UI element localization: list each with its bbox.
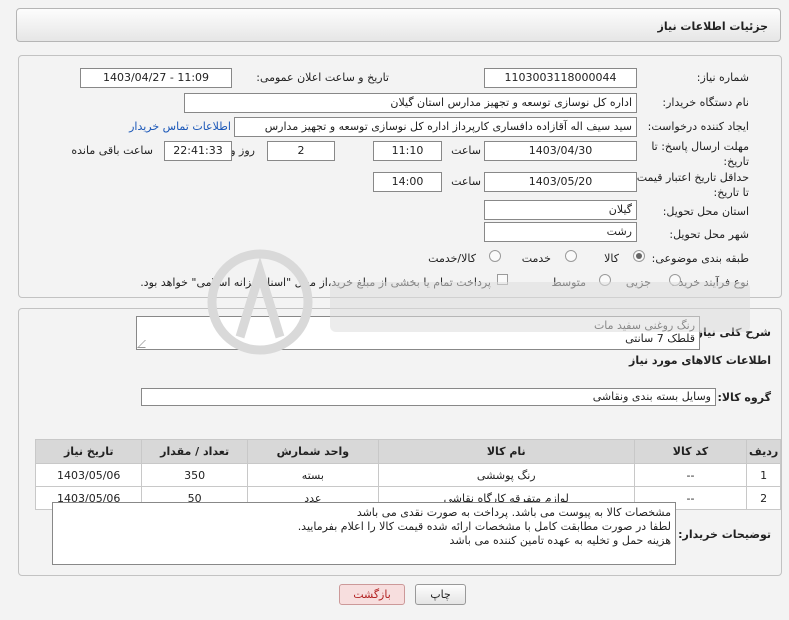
th-quantity: تعداد / مقدار <box>141 439 248 464</box>
city-field: رشت <box>484 222 637 242</box>
purchase-option-medium: متوسط <box>551 276 586 289</box>
validity-time-label: ساعت <box>451 175 481 188</box>
treasury-payment-checkbox[interactable] <box>497 274 508 285</box>
category-radio-service[interactable] <box>565 250 577 262</box>
deadline-time-label: ساعت <box>451 144 481 157</box>
purchase-type-label: نوع فرآیند خرید : <box>671 276 749 289</box>
category-label: طبقه بندی موضوعی: <box>651 252 749 265</box>
purchase-option-minor: جزیی <box>625 276 651 289</box>
category-radio-goods[interactable] <box>633 250 645 262</box>
category-option-service: خدمت <box>521 252 551 265</box>
need-number-field: 1103003118000044 <box>484 68 637 88</box>
need-details-panel: شماره نیاز: 1103003118000044 تاریخ و ساع… <box>18 55 782 298</box>
remaining-hours-label: ساعت باقی مانده <box>71 144 153 157</box>
contact-buyer-link[interactable]: اطلاعات تماس خریدار <box>129 120 231 133</box>
city-label: شهر محل تحویل: <box>669 228 749 241</box>
goods-info-heading: اطلاعات کالاهای مورد نیاز <box>629 354 771 367</box>
general-desc-label: شرح کلی نیاز: <box>692 326 771 339</box>
general-desc-textarea[interactable]: رنگ روغنی سفید مات قلطک 7 سانتی <box>136 316 700 350</box>
th-need-date: تاریخ نیاز <box>34 439 143 464</box>
province-field: گیلان <box>484 200 637 220</box>
cell-goods-name: رنگ پوششی <box>377 463 635 487</box>
requester-field: سید سیف اله آقازاده دافساری کارپرداز ادا… <box>234 117 637 137</box>
remaining-days-field: 2 <box>267 141 335 161</box>
treasury-payment-label: پرداخت تمام یا بخشی از مبلغ خرید،از محل … <box>140 276 491 289</box>
deadline-date-field: 1403/04/30 <box>484 141 637 161</box>
requester-label: ایجاد کننده درخواست: <box>647 120 749 133</box>
price-validity-label: حداقل تاریخ اعتبار قیمت: تا تاریخ: <box>633 171 749 199</box>
buyer-notes-label: توضیحات خریدار: <box>678 528 771 541</box>
category-option-goods: کالا <box>604 252 619 265</box>
goods-table: ردیف کد کالا نام کالا واحد شمارش تعداد /… <box>34 439 781 510</box>
goods-group-label: گروه کالا: <box>717 391 771 404</box>
cell-row-number: 1 <box>746 463 781 487</box>
deadline-time-field: 11:10 <box>373 141 442 161</box>
buyer-name-label: نام دستگاه خریدار: <box>662 96 749 109</box>
print-button[interactable]: چاپ <box>415 584 466 605</box>
category-option-goods-service: کالا/خدمت <box>428 252 476 265</box>
validity-date-field: 1403/05/20 <box>484 172 637 192</box>
deadline-reply-label: مهلت ارسال پاسخ: تا تاریخ: <box>651 140 749 168</box>
cell-need-date: 1403/05/06 <box>34 463 143 487</box>
day-and-label: روز و <box>230 144 255 157</box>
purchase-radio-minor[interactable] <box>669 274 681 286</box>
category-radio-goods-service[interactable] <box>489 250 501 262</box>
th-goods-code: کد کالا <box>633 439 748 464</box>
th-row-number: ردیف <box>746 439 781 464</box>
goods-table-header-row: ردیف کد کالا نام کالا واحد شمارش تعداد /… <box>34 439 781 464</box>
announce-datetime-field: 1403/04/27 - 11:09 <box>80 68 232 88</box>
announce-datetime-label: تاریخ و ساعت اعلان عمومی: <box>256 71 389 84</box>
cell-goods-code: -- <box>633 463 748 487</box>
buyer-name-field: اداره کل نوسازی توسعه و تجهیز مدارس استا… <box>184 93 637 113</box>
goods-group-field: وسایل بسته بندی ونقاشی <box>141 388 716 406</box>
buyer-notes-textarea[interactable]: مشخصات کالا به پیوست می باشد. پرداخت به … <box>52 502 676 565</box>
th-unit: واحد شمارش <box>246 439 379 464</box>
purchase-radio-medium[interactable] <box>599 274 611 286</box>
need-number-label: شماره نیاز: <box>696 71 749 84</box>
validity-time-field: 14:00 <box>373 172 442 192</box>
goods-panel: شرح کلی نیاز: رنگ روغنی سفید مات قلطک 7 … <box>18 308 782 576</box>
cell-unit: بسته <box>246 463 379 487</box>
cell-quantity: 350 <box>141 463 248 487</box>
table-row: 1 -- رنگ پوششی بسته 350 1403/05/06 <box>34 463 781 487</box>
remaining-time-field: 22:41:33 <box>164 141 232 161</box>
th-goods-name: نام کالا <box>377 439 635 464</box>
province-label: استان محل تحویل: <box>662 205 749 218</box>
back-button[interactable]: بازگشت <box>339 584 405 605</box>
page-title: جزئیات اطلاعات نیاز <box>16 8 781 42</box>
cell-row-number: 2 <box>746 486 781 510</box>
